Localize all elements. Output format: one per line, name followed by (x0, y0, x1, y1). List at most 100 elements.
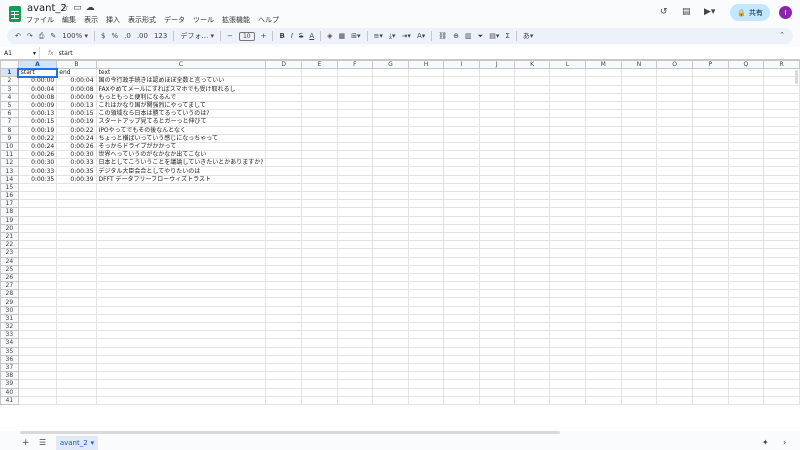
cell[interactable] (265, 133, 303, 143)
cell[interactable] (443, 174, 480, 184)
cell[interactable] (336, 264, 374, 274)
cell[interactable] (95, 182, 267, 193)
cell[interactable] (620, 223, 658, 233)
cell[interactable] (372, 297, 409, 307)
cell[interactable] (372, 305, 409, 315)
cell[interactable] (656, 338, 694, 348)
cell[interactable] (478, 231, 515, 242)
cell[interactable] (301, 248, 338, 258)
cell[interactable] (620, 207, 658, 217)
cell[interactable] (656, 207, 694, 217)
cell[interactable] (443, 281, 480, 291)
cell[interactable] (584, 387, 622, 397)
avatar[interactable]: I (779, 6, 792, 19)
cell[interactable] (513, 346, 551, 356)
cell[interactable] (336, 346, 374, 356)
cell[interactable] (513, 305, 551, 315)
cell[interactable] (656, 141, 694, 152)
cell[interactable] (336, 281, 374, 291)
cell[interactable] (692, 313, 729, 324)
cell[interactable] (620, 150, 658, 160)
row-header[interactable]: 15 (0, 182, 19, 193)
spreadsheet-grid[interactable]: A B C D E F G H I J K L M N O P Q R 1 start end text 2 0:00:00 0… (0, 59, 800, 431)
cell[interactable] (56, 395, 97, 405)
cell[interactable] (17, 248, 58, 258)
decrease-decimal-button[interactable]: .0 (124, 32, 131, 40)
cell[interactable] (443, 215, 480, 225)
cell[interactable] (513, 313, 551, 324)
cell[interactable] (56, 387, 97, 397)
cell[interactable] (95, 379, 267, 389)
cell[interactable] (478, 330, 515, 340)
fill-color-icon[interactable]: ◈ (327, 32, 332, 40)
cell[interactable] (513, 264, 551, 274)
cell[interactable] (478, 264, 515, 274)
cell[interactable] (656, 387, 694, 397)
merge-cells-icon[interactable]: ⊞▾ (351, 32, 360, 40)
cell[interactable] (336, 297, 374, 307)
cell[interactable] (763, 207, 800, 217)
cell[interactable] (301, 256, 338, 266)
row-header[interactable]: 29 (0, 297, 19, 307)
cell[interactable] (372, 240, 409, 250)
cell[interactable] (620, 362, 658, 373)
cell[interactable] (56, 248, 97, 258)
cell[interactable] (265, 387, 303, 397)
cell[interactable] (727, 289, 765, 299)
cell[interactable]: 0:00:33 (56, 158, 97, 168)
cell[interactable] (620, 100, 658, 111)
cell[interactable]: 0:00:35 (56, 166, 97, 176)
cell[interactable] (549, 92, 586, 102)
cell[interactable] (56, 199, 97, 209)
cell[interactable] (763, 231, 800, 242)
cell[interactable] (692, 305, 729, 315)
cell[interactable] (478, 240, 515, 250)
cell[interactable] (336, 371, 374, 381)
cell[interactable] (336, 223, 374, 233)
cell[interactable] (301, 321, 338, 332)
cell[interactable] (17, 387, 58, 397)
column-header[interactable]: J (478, 60, 515, 70)
cell[interactable] (513, 109, 551, 119)
cell[interactable]: 0:00:09 (17, 100, 58, 111)
cell[interactable] (17, 330, 58, 340)
cell[interactable] (301, 387, 338, 397)
cell[interactable] (443, 133, 480, 143)
row-header[interactable]: 28 (0, 289, 19, 299)
cell[interactable] (265, 100, 303, 111)
cell[interactable] (763, 92, 800, 102)
cell[interactable] (95, 362, 267, 373)
cell[interactable] (443, 362, 480, 373)
meet-icon[interactable]: ▶▾ (704, 7, 715, 17)
cell[interactable] (372, 68, 409, 78)
cell[interactable] (407, 207, 445, 217)
cell[interactable] (56, 321, 97, 332)
cell[interactable] (17, 223, 58, 233)
cell[interactable]: 0:00:26 (56, 141, 97, 152)
cell[interactable] (265, 305, 303, 315)
cell[interactable] (727, 174, 765, 184)
cell[interactable] (443, 256, 480, 266)
cell[interactable] (656, 305, 694, 315)
cell[interactable] (443, 199, 480, 209)
row-header[interactable]: 17 (0, 199, 19, 209)
cell[interactable] (549, 321, 586, 332)
cell[interactable] (372, 330, 409, 340)
cell[interactable] (727, 338, 765, 348)
column-header[interactable]: E (301, 60, 338, 70)
cell[interactable]: 0:00:22 (56, 125, 97, 135)
insert-link-icon[interactable]: ⛓ (438, 32, 447, 40)
cell[interactable]: IPOやってでもその後なんとなく (95, 125, 267, 135)
cell[interactable] (301, 231, 338, 242)
cell[interactable] (727, 264, 765, 274)
cell[interactable] (656, 248, 694, 258)
cell[interactable] (692, 330, 729, 340)
cell[interactable] (513, 240, 551, 250)
cell[interactable] (17, 371, 58, 381)
cell[interactable] (692, 240, 729, 250)
number-format-button[interactable]: 123 (154, 32, 167, 40)
cell[interactable] (620, 84, 658, 94)
cell[interactable] (56, 240, 97, 250)
menu-item[interactable]: ヘルプ (258, 15, 279, 25)
column-header[interactable]: A (17, 60, 58, 70)
